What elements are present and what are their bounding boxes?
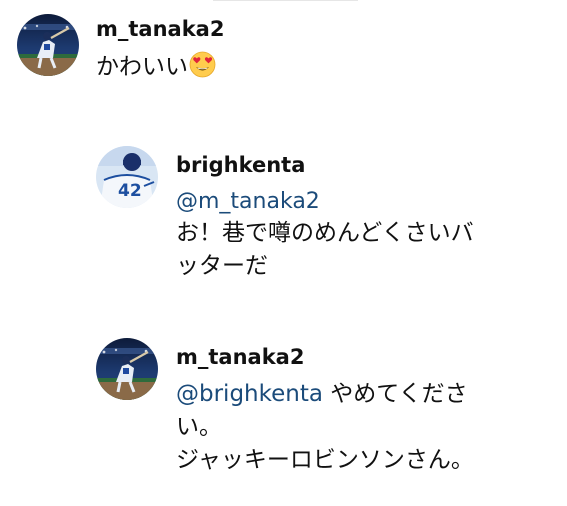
comment-content: m_tanaka2 @brighkenta やめてくださ い。 ジャッキーロビン…	[176, 344, 474, 477]
username[interactable]: brighkenta	[176, 152, 474, 178]
svg-text:42: 42	[118, 181, 142, 201]
comment-content: brighkenta @m_tanaka2 お！巷で噂のめんどくさいバ ッターだ	[176, 152, 474, 283]
comment-text-content: やめてくださ	[330, 381, 468, 407]
comment-text-line: お！巷で噂のめんどくさいバ	[176, 220, 474, 246]
mention-link[interactable]: @m_tanaka2	[176, 187, 474, 217]
comment-text-line: ジャッキーロビンソンさん。	[176, 447, 474, 473]
comment-text-line: @brighkenta やめてくださ	[176, 378, 474, 411]
baseball-player-batting-avatar-icon	[17, 14, 79, 76]
username[interactable]: m_tanaka2	[176, 344, 474, 370]
comment-text-line: ッターだ	[176, 253, 268, 279]
username[interactable]: m_tanaka2	[96, 16, 224, 42]
comment-text-content: かわいい	[96, 54, 188, 80]
avatar[interactable]	[17, 14, 79, 76]
player-42-avatar-icon: 42	[96, 146, 158, 208]
heart-eyes-emoji-icon	[189, 51, 216, 78]
comment-text: かわいい	[96, 51, 224, 84]
comment-content: m_tanaka2 かわいい	[96, 16, 224, 84]
baseball-player-batting-avatar-icon	[96, 338, 158, 400]
top-divider	[213, 0, 358, 1]
comment-text-line: い。	[176, 414, 222, 440]
avatar[interactable]: 42	[96, 146, 158, 208]
mention-link[interactable]: @brighkenta	[176, 381, 323, 407]
avatar[interactable]	[96, 338, 158, 400]
